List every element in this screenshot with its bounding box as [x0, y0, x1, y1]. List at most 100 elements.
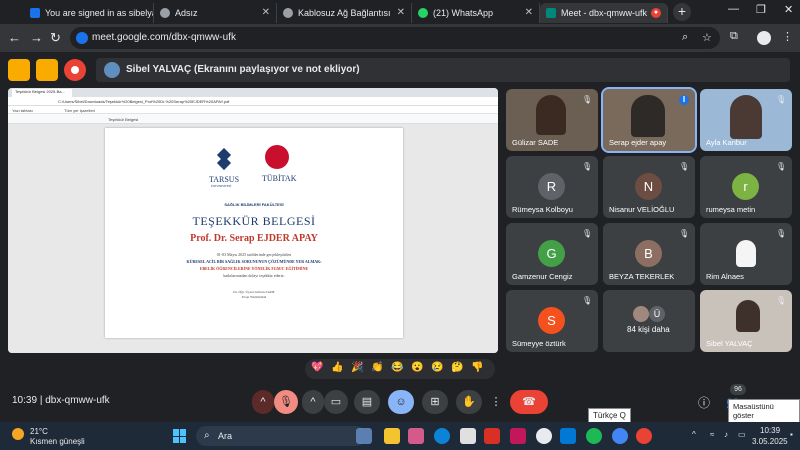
reaction-thinking-icon[interactable]: 🤔 — [451, 362, 463, 373]
taskbar-search[interactable]: ⌕ Ara — [196, 426, 366, 446]
tab-meet[interactable]: Meet - dbx-qmww-ufk ● — [540, 3, 668, 23]
bookmark-star-icon[interactable]: ☆ — [702, 31, 712, 44]
menu-dots-icon[interactable]: ⋮ — [782, 30, 793, 43]
reaction-thumbs-up-icon[interactable]: 👍 — [331, 362, 343, 373]
chrome-profile-icon[interactable] — [612, 428, 628, 444]
captions-button[interactable]: ▤ — [354, 390, 380, 414]
captions-icon: ▤ — [361, 396, 373, 408]
chrome-active-icon[interactable] — [636, 428, 652, 444]
tab-adsiz[interactable]: Adsız ✕ — [154, 3, 277, 23]
reaction-thumbs-down-icon[interactable]: 👎 — [471, 362, 483, 373]
chrome-icon[interactable] — [536, 428, 552, 444]
tab-wireless[interactable]: Kablosuz Ağ Bağlantısı ✕ — [277, 3, 412, 23]
tray-chevron-icon[interactable]: ^ — [692, 430, 696, 439]
reload-icon[interactable]: ↻ — [50, 30, 61, 46]
participant-photo — [633, 306, 649, 322]
emoji-button[interactable]: ☺ — [388, 390, 414, 414]
windows-start-icon[interactable] — [173, 429, 187, 443]
volume-icon[interactable]: ♪ — [724, 430, 728, 439]
camera-toggle-button[interactable]: ▭ — [324, 390, 348, 414]
mic-off-icon: 🎙 — [582, 162, 593, 171]
participant-tile[interactable]: 🎙 B BEYZA TEKERLEK — [603, 223, 695, 285]
tab-title: You are signed in as sibelyal — [45, 8, 154, 18]
close-icon[interactable]: ✕ — [397, 7, 405, 18]
tab-signed-in[interactable]: You are signed in as sibelyal — [24, 3, 154, 23]
pdf-reader-icon[interactable] — [484, 428, 500, 444]
more-options-button[interactable]: ⋮ — [488, 390, 504, 414]
mic-off-icon: 🎙 — [582, 95, 593, 104]
extensions-icon[interactable]: ⧉ — [730, 30, 738, 43]
participant-name: Serap ejder apay — [609, 138, 667, 147]
more-participants-tile[interactable]: Ü 84 kişi daha — [603, 290, 695, 352]
participant-tile[interactable]: 🎙 Sibel YALVAÇ — [700, 290, 792, 352]
search-icon[interactable]: ⌕ — [682, 31, 688, 44]
mic-off-icon: 🎙 — [776, 229, 787, 238]
close-icon[interactable]: ✕ — [262, 7, 270, 18]
participant-tile[interactable]: 🎙 Rim Alnaes — [700, 223, 792, 285]
file-explorer-icon[interactable] — [384, 428, 400, 444]
participant-tile[interactable]: 🎙 S Sümeyye öztürk — [506, 290, 598, 352]
raise-hand-button[interactable]: ✋ — [456, 390, 482, 414]
globe-icon — [283, 8, 293, 18]
info-icon[interactable]: ⓘ — [698, 394, 710, 411]
battery-icon[interactable]: ▭ — [738, 430, 746, 439]
profile-avatar[interactable] — [757, 31, 771, 45]
present-button[interactable]: ⊞ — [422, 390, 448, 414]
participant-tile[interactable]: 🎙 G Gamzenur Cengiz — [506, 223, 598, 285]
share-tool-button-2[interactable] — [36, 59, 58, 81]
minimize-icon[interactable]: — — [728, 3, 739, 15]
participant-avatar: B — [635, 240, 662, 267]
app-icon[interactable] — [408, 428, 424, 444]
outlook-icon[interactable] — [560, 428, 576, 444]
forward-icon[interactable]: → — [30, 30, 43, 45]
tab-title: Kablosuz Ağ Bağlantısı — [298, 8, 391, 18]
maximize-icon[interactable]: ❐ — [756, 3, 766, 16]
task-view-icon[interactable] — [356, 428, 372, 444]
reaction-laugh-icon[interactable]: 😂 — [391, 362, 403, 373]
weather-icon — [12, 428, 24, 440]
share-tool-button[interactable] — [8, 59, 30, 81]
participant-tile[interactable]: 🎙 Ayla Kanbur — [700, 89, 792, 151]
show-desktop-tooltip: Masaüstünü göster — [728, 399, 800, 423]
reaction-clap-icon[interactable]: 👏 — [371, 362, 383, 373]
notification-icon[interactable]: ▪ — [790, 430, 793, 439]
speaking-icon: ‖ — [679, 95, 689, 105]
close-icon[interactable]: ✕ — [525, 7, 533, 18]
store-icon[interactable] — [460, 428, 476, 444]
clock-time[interactable]: 10:39 — [760, 426, 780, 435]
shared-address-bar: C:/Users/Sibel/Downloads/Teşekkür%20Belg… — [8, 97, 498, 106]
participant-name: rumeysa metin — [706, 205, 756, 214]
reaction-heart-icon[interactable]: 💖 — [311, 362, 323, 373]
participant-tile[interactable]: 🎙 Gülizar SADE — [506, 89, 598, 151]
close-window-icon[interactable]: ✕ — [784, 3, 793, 16]
app-icon-2[interactable] — [510, 428, 526, 444]
participant-avatar: R — [538, 173, 565, 200]
wifi-icon[interactable]: ≈ — [710, 430, 714, 439]
video-options-button[interactable]: ^ — [302, 390, 324, 414]
mic-toggle-button[interactable]: 🎙 — [274, 390, 298, 414]
clock-date[interactable]: 3.05.2025 — [752, 437, 788, 446]
keyboard-layout-tooltip: Türkçe Q — [588, 408, 631, 423]
mic-off-icon: 🎙 — [279, 396, 293, 408]
site-info-icon[interactable] — [76, 32, 88, 44]
address-bar[interactable]: meet.google.com/dbx-qmww-ufk ⌕ ☆ — [70, 27, 720, 49]
spotify-icon[interactable] — [586, 428, 602, 444]
participant-tile[interactable]: ‖ Serap ejder apay — [601, 87, 697, 153]
tab-whatsapp[interactable]: (21) WhatsApp ✕ — [412, 3, 540, 23]
participant-tile[interactable]: 🎙 r rumeysa metin — [700, 156, 792, 218]
participant-avatar: G — [538, 240, 565, 267]
participant-tile[interactable]: 🎙 N Nisanur VELİOĞLU — [603, 156, 695, 218]
back-icon[interactable]: ← — [8, 30, 21, 45]
reaction-party-icon[interactable]: 🎉 — [351, 362, 363, 373]
recording-icon: ● — [651, 8, 661, 18]
new-tab-button[interactable]: + — [673, 3, 691, 21]
shared-pdf-toolbar: Teşekkür Belgesi — [8, 114, 498, 124]
participant-tile[interactable]: 🎙 R Rümeysa Kolboyu — [506, 156, 598, 218]
leave-call-button[interactable]: ☎ — [510, 390, 548, 414]
edge-icon[interactable] — [434, 428, 450, 444]
reaction-sad-icon[interactable]: 😢 — [431, 362, 443, 373]
shared-bookmarks-bar: Yazı tahtası Tüm yer işaretleri — [8, 106, 498, 114]
audio-options-button[interactable]: ^ — [252, 390, 274, 414]
reaction-surprised-icon[interactable]: 😮 — [411, 362, 423, 373]
stop-share-button[interactable] — [64, 59, 86, 81]
